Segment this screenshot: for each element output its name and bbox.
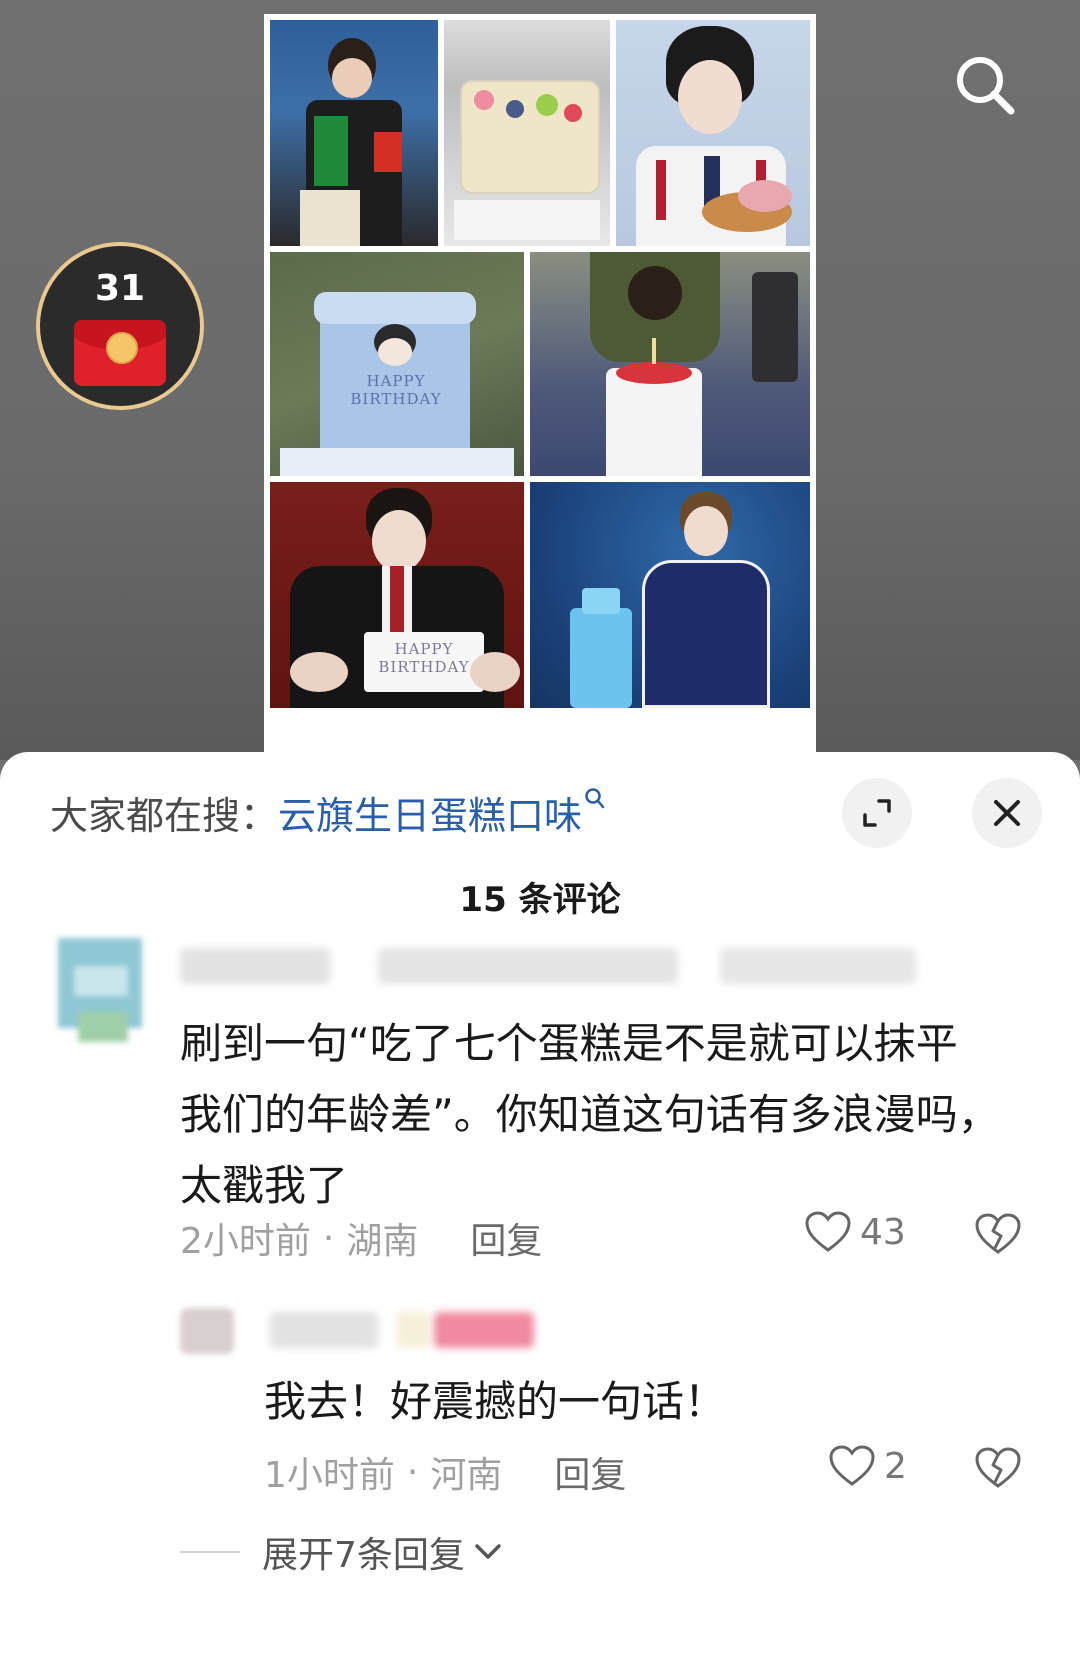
comment-time: 2小时前 <box>180 1221 311 1262</box>
like-button[interactable]: 2 <box>828 1444 907 1488</box>
comment-count-title: 15 条评论 <box>459 880 621 920</box>
search-button[interactable] <box>950 50 1020 120</box>
trending-prefix: 大家都在搜： <box>50 793 279 838</box>
heart-icon <box>805 1211 851 1252</box>
comments-sheet: 大家都在搜： 云旗生日蛋糕口味 15 条评论 刷到一句“吃了七个蛋糕是不是就可以… <box>0 752 1080 1656</box>
photo-donuts <box>616 20 810 246</box>
username-redacted[interactable] <box>270 1312 378 1348</box>
photo-candle-cake <box>530 252 810 476</box>
photo-blue-cake: HAPPY BIRTHDAY <box>270 252 524 476</box>
username-redacted <box>396 1312 430 1348</box>
comment-meta: 2小时前 · 湖南 回复 <box>180 1212 542 1264</box>
heart-icon <box>829 1445 875 1486</box>
avatar[interactable] <box>180 1308 234 1354</box>
close-button[interactable] <box>972 778 1042 848</box>
broken-heart-icon <box>975 1213 1021 1254</box>
cake-label-happy-birthday: HAPPY BIRTHDAY <box>350 372 442 408</box>
expand-button[interactable] <box>842 778 912 848</box>
like-count: 2 <box>884 1445 907 1487</box>
photo-stage-cake <box>530 482 810 708</box>
reply-button[interactable]: 回复 <box>470 1212 542 1264</box>
small-search-icon <box>585 787 605 808</box>
broken-heart-icon <box>975 1447 1021 1488</box>
chevron-down-icon <box>475 1544 501 1559</box>
trending-query: 云旗生日蛋糕口味 <box>278 793 583 838</box>
meta-separator: · <box>322 1217 335 1259</box>
username-redacted <box>434 1312 534 1348</box>
photo-suit-cake: HAPPY BIRTHDAY <box>270 482 524 708</box>
trending-search-link[interactable]: 云旗生日蛋糕口味 <box>278 785 606 840</box>
trending-search-bar: 大家都在搜： 云旗生日蛋糕口味 <box>50 782 606 842</box>
reply-time: 1小时前 <box>264 1455 395 1496</box>
comment-location: 湖南 <box>346 1221 419 1262</box>
red-envelope-icon <box>74 320 166 386</box>
search-icon <box>957 57 1015 115</box>
red-packet-widget[interactable]: 31 <box>36 242 204 410</box>
red-packet-count: 31 <box>94 268 146 309</box>
comment-text: 刷到一句“吃了七个蛋糕是不是就可以抹平 我们的年龄差”。你知道这句话有多浪漫吗，… <box>180 1008 1000 1221</box>
divider-line <box>180 1551 240 1553</box>
photo-collage: HAPPY BIRTHDAY HAPPY BIRTHDAY <box>264 14 816 754</box>
like-count: 43 <box>860 1211 906 1253</box>
username-redacted <box>720 948 916 984</box>
username-redacted <box>378 948 678 984</box>
reply-meta: 1小时前 · 河南 回复 <box>264 1446 626 1498</box>
close-icon <box>994 800 1020 826</box>
video-background[interactable]: HAPPY BIRTHDAY HAPPY BIRTHDAY 31 <box>0 0 1080 760</box>
comment-line: 刷到一句“吃了七个蛋糕是不是就可以抹平 <box>180 1019 958 1068</box>
comment-line: 我们的年龄差”。你知道这句话有多浪漫吗， <box>180 1090 1000 1139</box>
expand-icon <box>863 799 891 827</box>
reply-button[interactable]: 回复 <box>554 1446 626 1498</box>
dislike-button[interactable] <box>974 1212 1022 1260</box>
reply-text: 我去！好震撼的一句话！ <box>264 1377 727 1426</box>
dislike-button[interactable] <box>974 1446 1022 1494</box>
expand-replies-label: 展开7条回复 <box>262 1535 465 1576</box>
username-redacted[interactable] <box>180 948 330 984</box>
cake-label-happy-birthday: HAPPY BIRTHDAY <box>378 640 470 676</box>
like-button[interactable]: 43 <box>804 1210 906 1254</box>
avatar[interactable] <box>44 930 160 1052</box>
photo-fruit-cake <box>444 20 610 246</box>
reply-location: 河南 <box>430 1455 503 1496</box>
meta-separator: · <box>406 1451 419 1493</box>
photo-cutting-cake <box>270 20 438 246</box>
expand-replies-row[interactable]: 展开7条回复 <box>180 1526 505 1578</box>
